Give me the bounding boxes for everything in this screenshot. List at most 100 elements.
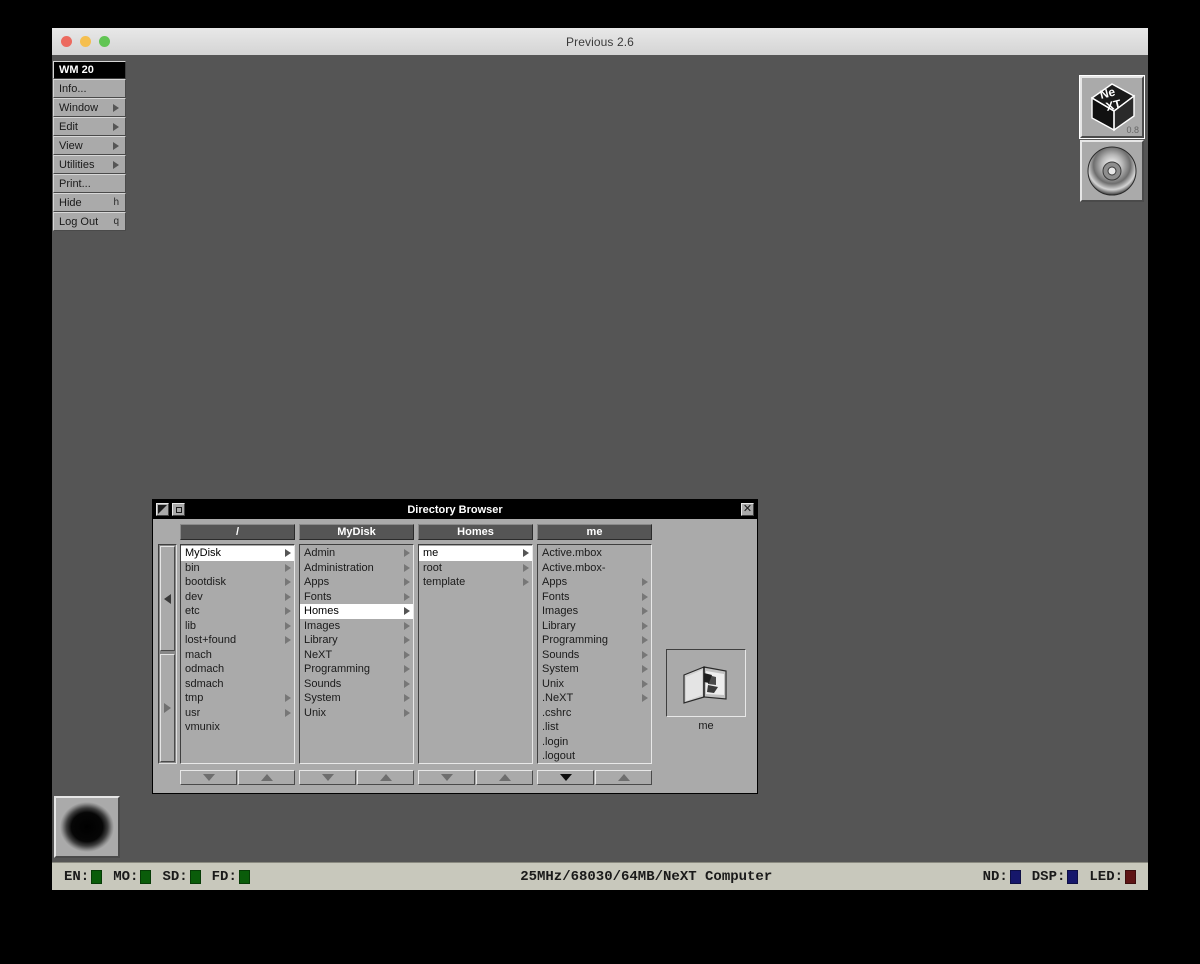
- minimize-window-button[interactable]: [80, 36, 91, 47]
- list-item-label: tmp: [185, 692, 204, 705]
- list-item[interactable]: Homes: [300, 604, 413, 619]
- status-led-indicator: [1067, 869, 1079, 884]
- list-item[interactable]: vmunix: [181, 720, 294, 735]
- list-item[interactable]: Sounds: [300, 677, 413, 692]
- list-item[interactable]: bin: [181, 561, 294, 576]
- list-item[interactable]: Admin: [300, 546, 413, 561]
- scroll-down-button-0[interactable]: [180, 770, 237, 785]
- directory-browser-window[interactable]: Directory Browser ✕ / MyDisk Homes me My…: [152, 499, 758, 794]
- list-item[interactable]: bootdisk: [181, 575, 294, 590]
- status-led-label: SD:: [162, 868, 188, 885]
- list-item[interactable]: mach: [181, 648, 294, 663]
- list-item[interactable]: System: [300, 691, 413, 706]
- list-item[interactable]: Unix: [300, 706, 413, 721]
- scroller-right-button[interactable]: [160, 654, 175, 762]
- menu-item-print[interactable]: Print...: [53, 174, 126, 193]
- list-item[interactable]: Programming: [300, 662, 413, 677]
- list-item[interactable]: etc: [181, 604, 294, 619]
- browser-horizontal-scroller[interactable]: [158, 544, 177, 764]
- preview-icon-frame[interactable]: [666, 649, 746, 717]
- scroll-down-button-3[interactable]: [537, 770, 594, 785]
- list-item[interactable]: Active.mbox-: [538, 561, 651, 576]
- scroller-left-button[interactable]: [160, 546, 175, 651]
- host-titlebar[interactable]: Previous 2.6: [52, 28, 1148, 56]
- menu-item-window[interactable]: Window: [53, 98, 126, 117]
- list-item[interactable]: sdmach: [181, 677, 294, 692]
- scroll-up-button-3[interactable]: [595, 770, 652, 785]
- nextstep-desktop[interactable]: WM 20 Info... Window Edit View Utilities Prin…: [52, 55, 1148, 890]
- optical-disc-icon: [1087, 146, 1137, 196]
- list-item[interactable]: dev: [181, 590, 294, 605]
- browser-titlebar[interactable]: Directory Browser ✕: [153, 500, 757, 520]
- list-item[interactable]: Images: [538, 604, 651, 619]
- close-window-button[interactable]: [61, 36, 72, 47]
- menu-item-view[interactable]: View: [53, 136, 126, 155]
- menu-item-hide[interactable]: Hide h: [53, 193, 126, 212]
- status-machine-info: 25MHz/68030/64MB/NeXT Computer: [520, 868, 773, 885]
- list-item[interactable]: Fonts: [300, 590, 413, 605]
- list-item[interactable]: Administration: [300, 561, 413, 576]
- list-item[interactable]: lost+found: [181, 633, 294, 648]
- scroll-down-button-1[interactable]: [299, 770, 356, 785]
- browser-dimple-button[interactable]: [156, 503, 169, 516]
- menu-item-utilities[interactable]: Utilities: [53, 155, 126, 174]
- dock-item-optical-disc[interactable]: [1080, 140, 1144, 202]
- browser-column-2[interactable]: me root template: [418, 544, 533, 764]
- scroll-pair-2: [418, 770, 533, 785]
- menu-item-info[interactable]: Info...: [53, 79, 126, 98]
- list-item[interactable]: tmp: [181, 691, 294, 706]
- list-item-label: Programming: [542, 634, 609, 647]
- list-item[interactable]: MyDisk: [181, 546, 294, 561]
- recycler-icon-tile[interactable]: [54, 796, 120, 858]
- list-item[interactable]: usr: [181, 706, 294, 721]
- list-item[interactable]: .list: [538, 720, 651, 735]
- list-item[interactable]: Library: [300, 633, 413, 648]
- browser-column-0[interactable]: MyDisk bin bootdisk dev etc lib lost+found mach…: [180, 544, 295, 764]
- list-item[interactable]: Images: [300, 619, 413, 634]
- browser-close-button[interactable]: ✕: [741, 503, 754, 516]
- arrow-down-icon: [440, 774, 453, 781]
- list-item[interactable]: Fonts: [538, 590, 651, 605]
- list-item[interactable]: .NeXT: [538, 691, 651, 706]
- status-led-indicator: [140, 869, 152, 884]
- list-item[interactable]: Apps: [538, 575, 651, 590]
- branch-arrow-icon: [404, 592, 410, 601]
- list-item[interactable]: System: [538, 662, 651, 677]
- list-item[interactable]: .logout: [538, 749, 651, 763]
- scroll-up-button-2[interactable]: [476, 770, 533, 785]
- list-item[interactable]: Library: [538, 619, 651, 634]
- list-item[interactable]: root: [419, 561, 532, 576]
- scroll-up-button-0[interactable]: [238, 770, 295, 785]
- emulator-status-bar: EN: MO: SD: FD: 25MHz/68030/64MB/NeXT Compu…: [52, 862, 1148, 890]
- dock-item-next-cube[interactable]: Ne XT 0.8: [1079, 75, 1145, 139]
- list-item[interactable]: Sounds: [538, 648, 651, 663]
- scroll-down-button-2[interactable]: [418, 770, 475, 785]
- list-item[interactable]: .login: [538, 735, 651, 750]
- status-led-mo: MO:: [113, 869, 152, 885]
- menu-item-label: View: [59, 139, 83, 152]
- list-item[interactable]: .cshrc: [538, 706, 651, 721]
- browser-column-3[interactable]: Active.mbox Active.mbox- Apps Fonts Images Li…: [537, 544, 652, 764]
- scroll-up-button-1[interactable]: [357, 770, 414, 785]
- menu-item-edit[interactable]: Edit: [53, 117, 126, 136]
- list-item[interactable]: NeXT: [300, 648, 413, 663]
- list-item[interactable]: lib: [181, 619, 294, 634]
- submenu-arrow-icon: [113, 103, 119, 112]
- list-item[interactable]: odmach: [181, 662, 294, 677]
- list-item[interactable]: Active.mbox: [538, 546, 651, 561]
- branch-arrow-icon: [523, 578, 529, 587]
- list-item[interactable]: Programming: [538, 633, 651, 648]
- browser-column-1[interactable]: Admin Administration Apps Fonts Homes Images L…: [299, 544, 414, 764]
- zoom-window-button[interactable]: [99, 36, 110, 47]
- list-item[interactable]: Unix: [538, 677, 651, 692]
- list-item-label: System: [542, 663, 579, 676]
- branch-arrow-icon: [642, 578, 648, 587]
- menu-item-log-out[interactable]: Log Out q: [53, 212, 126, 231]
- branch-arrow-icon: [285, 708, 291, 717]
- browser-miniaturize-button[interactable]: [172, 503, 185, 516]
- list-item[interactable]: Apps: [300, 575, 413, 590]
- branch-arrow-icon: [642, 592, 648, 601]
- list-item[interactable]: me: [419, 546, 532, 561]
- list-item[interactable]: template: [419, 575, 532, 590]
- scroll-pair-0: [180, 770, 295, 785]
